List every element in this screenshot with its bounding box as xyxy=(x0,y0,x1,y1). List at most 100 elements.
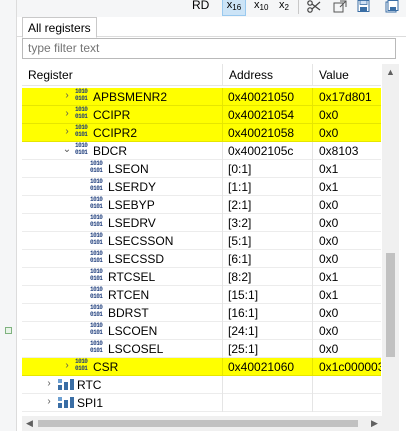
table-row[interactable]: 1010 0101 RTCEN [15:1] 0x1 xyxy=(22,286,381,304)
peripheral-icon xyxy=(57,378,75,391)
cell-divider xyxy=(222,142,223,160)
table-row[interactable]: 1010 0101 BDRST [16:1] 0x0 xyxy=(22,304,381,322)
read-button[interactable]: RD xyxy=(192,0,209,16)
register-value[interactable]: 0x0 xyxy=(319,216,338,230)
register-value[interactable]: 0x0 xyxy=(319,108,338,122)
table-row[interactable]: 1010 0101 LSERDY [1:1] 0x1 xyxy=(22,178,381,196)
register-value[interactable]: 0x1 xyxy=(319,162,338,176)
hex-format-button[interactable]: x16 xyxy=(222,0,246,16)
register-value[interactable]: 0x0 xyxy=(319,342,338,356)
panel-resize-handle[interactable] xyxy=(5,327,12,334)
field-icon: 1010 0101 xyxy=(90,250,103,264)
horizontal-scroll-thumb[interactable] xyxy=(38,420,358,427)
register-value[interactable]: 0x1 xyxy=(319,180,338,194)
chevron-right-icon[interactable]: › xyxy=(44,396,54,407)
horizontal-scrollbar[interactable]: ◀ ▶ xyxy=(22,416,382,431)
register-value[interactable]: 0x0 xyxy=(319,198,338,212)
table-row[interactable]: › 1010 0101 APBSMENR2 0x40021050 0x17d801 xyxy=(22,88,381,106)
tab-label: All registers xyxy=(28,21,91,35)
binary-format-button[interactable]: x2 xyxy=(279,0,289,16)
register-address: [6:1] xyxy=(228,252,252,266)
chevron-down-icon[interactable]: ⌄ xyxy=(62,144,72,155)
table-row[interactable]: 1010 0101 LSEBYP [2:1] 0x0 xyxy=(22,196,381,214)
tab-all-registers[interactable]: All registers xyxy=(22,17,97,38)
table-row[interactable]: 1010 0101 LSEON [0:1] 0x1 xyxy=(22,160,381,178)
vertical-scroll-thumb[interactable] xyxy=(386,253,395,357)
cell-divider xyxy=(312,142,313,160)
vertical-scrollbar[interactable]: ▲ xyxy=(382,64,399,431)
register-value[interactable]: 0x17d801 xyxy=(319,90,372,104)
field-icon: 1010 0101 xyxy=(90,286,103,300)
table-row[interactable]: › SPI1 xyxy=(22,394,381,412)
register-name: LSERDY xyxy=(108,180,157,194)
table-row[interactable]: 1010 0101 LSECSSON [5:1] 0x0 xyxy=(22,232,381,250)
register-address: [16:1] xyxy=(228,306,259,320)
cell-divider xyxy=(222,376,223,394)
scissors-icon[interactable] xyxy=(307,0,321,13)
table-row[interactable]: 1010 0101 LSECSSD [6:1] 0x0 xyxy=(22,250,381,268)
cell-divider xyxy=(312,268,313,286)
read-button-label: RD xyxy=(192,0,210,12)
register-name: LSECSSON xyxy=(108,234,174,248)
table-row[interactable]: › 1010 0101 CCIPR2 0x40021058 0x0 xyxy=(22,124,381,142)
register-value[interactable]: 0x0 xyxy=(319,324,338,338)
register-value[interactable]: 0x1 xyxy=(319,270,338,284)
register-value[interactable]: 0x0 xyxy=(319,234,338,248)
table-row[interactable]: ⌄ 1010 0101 BDCR 0x4002105c 0x8103 xyxy=(22,142,381,160)
table-row[interactable]: › 1010 0101 CSR 0x40021060 0x1c000003 xyxy=(22,358,381,376)
register-value[interactable]: 0x1c000003 xyxy=(319,360,381,374)
chevron-right-icon[interactable]: › xyxy=(44,378,54,389)
register-name: APBSMENR2 xyxy=(93,90,168,104)
register-address: 0x4002105c xyxy=(228,144,294,158)
chevron-right-icon[interactable]: › xyxy=(62,126,72,137)
scroll-right-icon[interactable]: ▶ xyxy=(367,416,382,431)
cell-divider xyxy=(312,358,313,376)
table-row[interactable]: 1010 0101 RTCSEL [8:2] 0x1 xyxy=(22,268,381,286)
register-address: 0x40021058 xyxy=(228,126,295,140)
toolbar: RD x16 x10 x2 xyxy=(17,0,406,17)
scroll-up-icon[interactable]: ▲ xyxy=(382,64,399,81)
register-value[interactable]: 0x0 xyxy=(319,306,338,320)
column-header-value[interactable]: Value xyxy=(319,68,349,82)
register-value[interactable]: 0x1 xyxy=(319,288,338,302)
table-row[interactable]: 1010 0101 LSCOEN [24:1] 0x0 xyxy=(22,322,381,340)
register-address: [25:1] xyxy=(228,342,259,356)
cell-divider xyxy=(222,196,223,214)
table-row[interactable]: 1010 0101 LSEDRV [3:2] 0x0 xyxy=(22,214,381,232)
filter-input[interactable] xyxy=(28,41,390,55)
left-panel-edge xyxy=(0,0,17,431)
column-divider[interactable] xyxy=(222,64,223,86)
decimal-format-button[interactable]: x10 xyxy=(254,0,268,16)
column-divider[interactable] xyxy=(312,64,313,86)
column-header-register[interactable]: Register xyxy=(28,68,73,82)
chevron-right-icon[interactable]: › xyxy=(62,360,72,371)
table-row[interactable]: 1010 0101 LSCOSEL [25:1] 0x0 xyxy=(22,340,381,358)
export-icon[interactable] xyxy=(333,0,347,13)
register-name: LSECSSD xyxy=(108,252,165,266)
save-icon[interactable] xyxy=(357,0,371,13)
filter-field[interactable] xyxy=(22,38,396,59)
decimal-format-sub: 10 xyxy=(259,3,269,12)
cell-divider xyxy=(222,178,223,196)
cell-divider xyxy=(312,124,313,142)
scroll-left-icon[interactable]: ◀ xyxy=(22,416,37,431)
cell-divider xyxy=(222,358,223,376)
column-header-address[interactable]: Address xyxy=(229,68,273,82)
register-value[interactable]: 0x8103 xyxy=(319,144,358,158)
register-icon: 1010 0101 xyxy=(75,142,88,156)
register-address: [8:2] xyxy=(228,270,252,284)
register-name: LSEON xyxy=(108,162,149,176)
chevron-right-icon[interactable]: › xyxy=(62,108,72,119)
cell-divider xyxy=(222,322,223,340)
chevron-right-icon[interactable]: › xyxy=(62,90,72,101)
table-row[interactable]: › RTC xyxy=(22,376,381,394)
register-value[interactable]: 0x0 xyxy=(319,252,338,266)
cell-divider xyxy=(222,286,223,304)
table-row[interactable]: › 1010 0101 CCIPR 0x40021054 0x0 xyxy=(22,106,381,124)
register-name: CSR xyxy=(93,360,119,374)
cell-divider xyxy=(222,214,223,232)
register-address: [1:1] xyxy=(228,180,252,194)
register-value[interactable]: 0x0 xyxy=(319,126,338,140)
cell-divider xyxy=(312,286,313,304)
save-all-icon[interactable] xyxy=(385,0,399,13)
